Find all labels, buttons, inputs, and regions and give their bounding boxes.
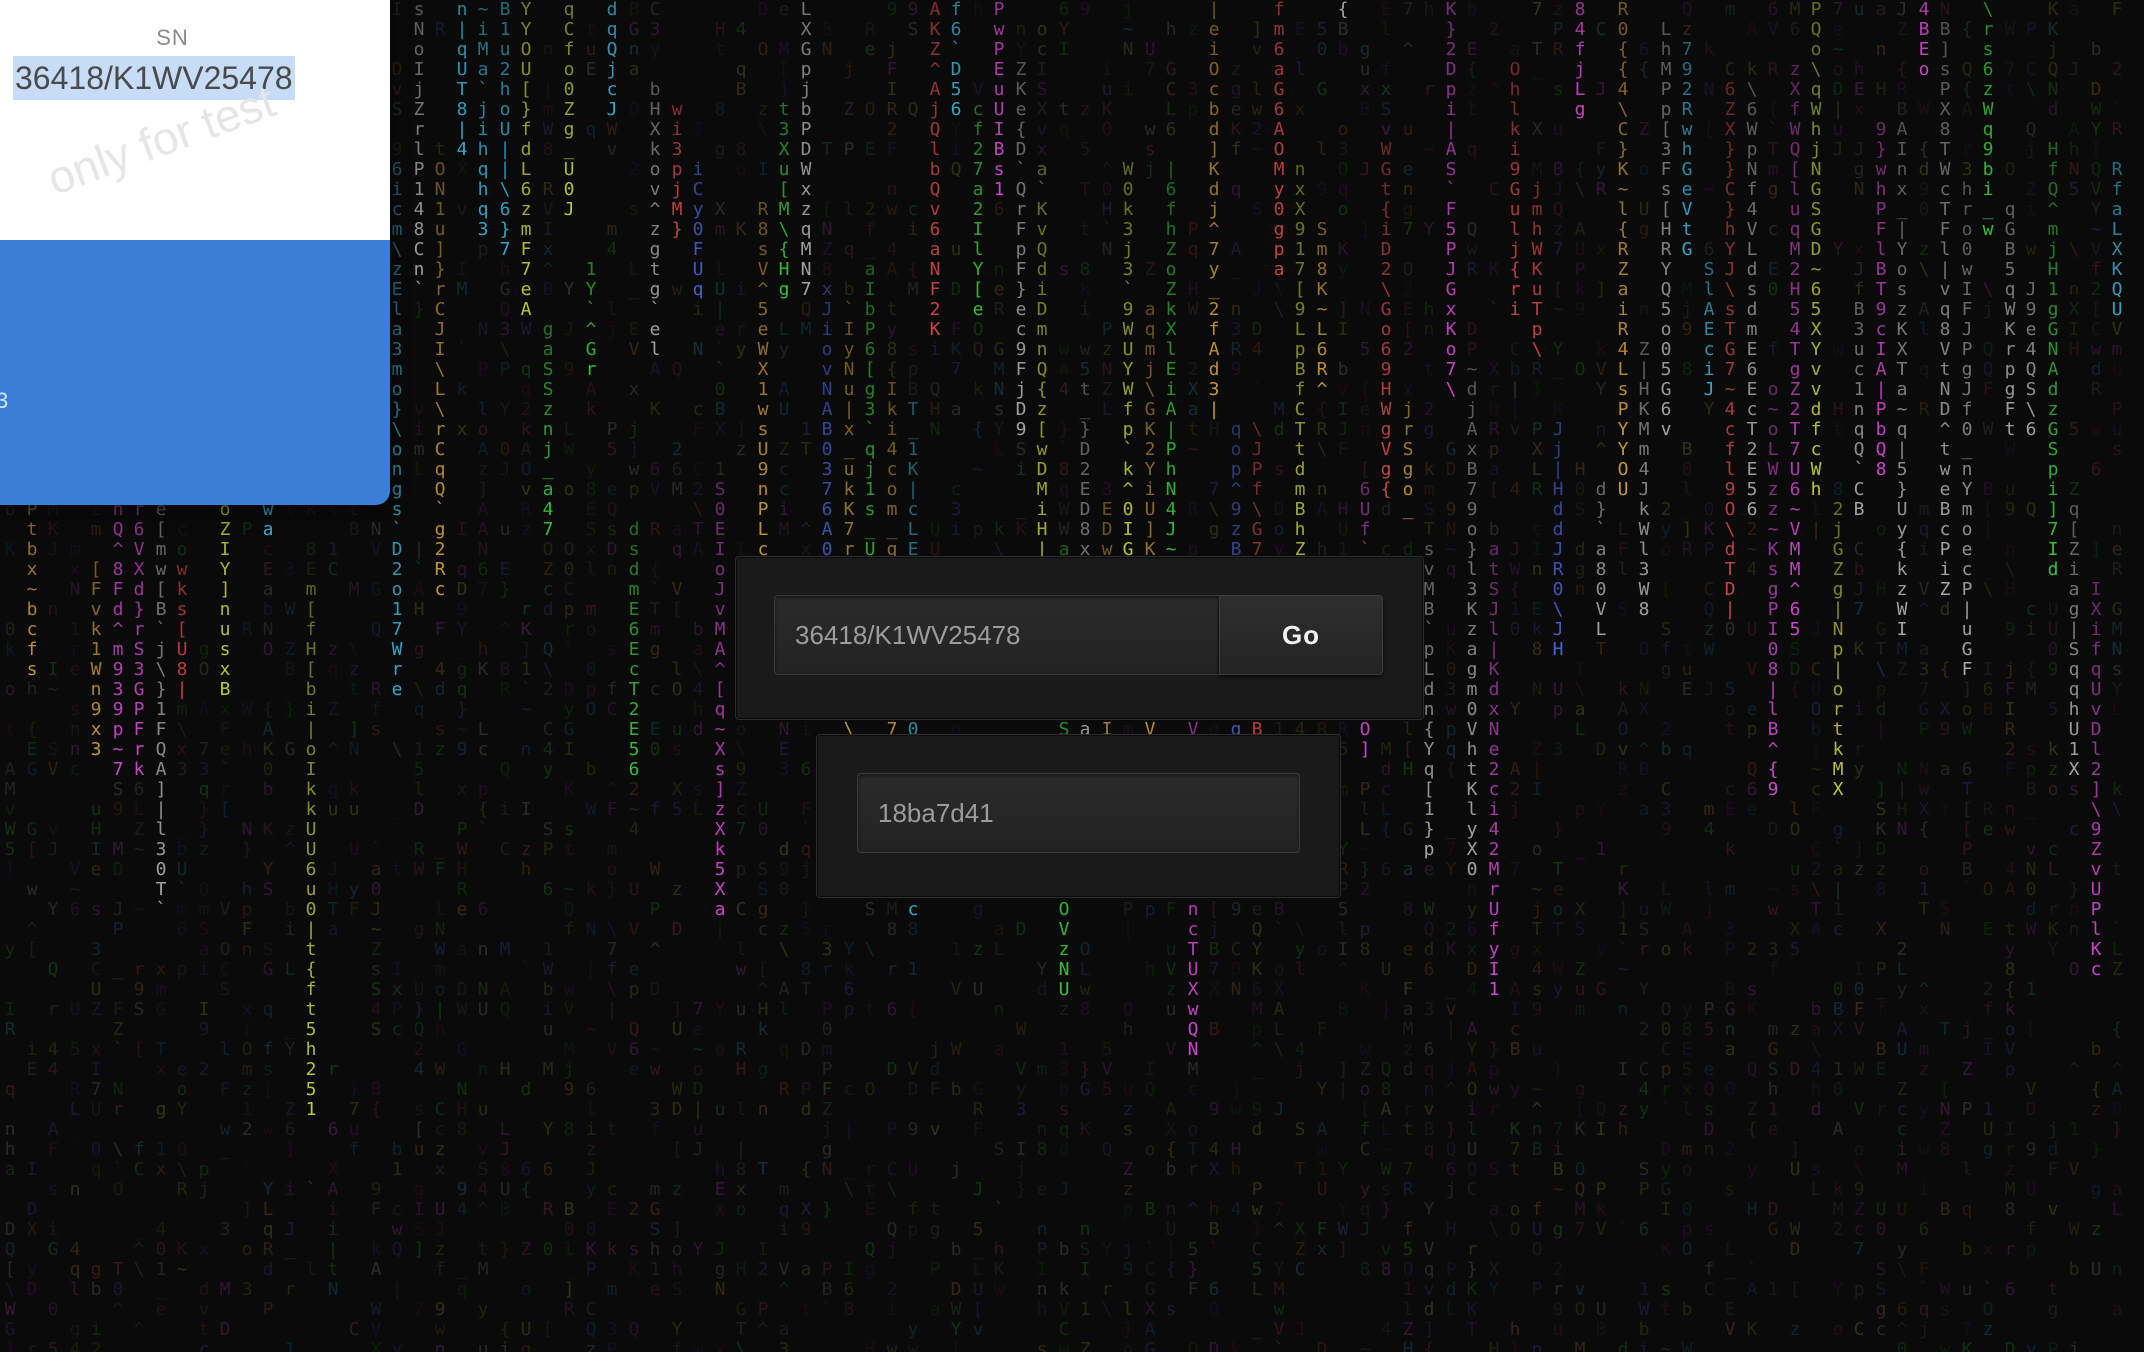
- matrix-column: JZ {R B A In x _ | Yo s z K X Ta ~ q | 5} Uy{k z W I M Z N | H N …: [1892, 0, 1912, 1352]
- matrix-column: 7 e ~ o D | u J Y w Ht 8 2 j G Zg | Np | o r t k M X g ` a | 1 c …: [1828, 0, 1848, 1352]
- matrix-column: Ht 8 g Xm l U | e ` ` 0 B X 1 S 0 E Io Jv M A ^[q ~ Xs] z Xk…: [710, 0, 730, 1352]
- matrix-column: 6{ Z o Ug n Z | H K Mm 4 Jk Wl 3 W 8 O NX ^ B a uSr…: [1634, 0, 1654, 1352]
- matrix-column: C3y b H Xk o v ^ z g t g ` e l A K 6V R {` Tm g c E0 f …: [645, 0, 665, 1352]
- sn-popup-card: SN 36418/K1WV25478 only for test 3: [0, 0, 390, 505]
- matrix-column: M6 z Xf W Q[l u q M 2 H 5 4 Tg Z 2 T 7 U 6 ~ V M M ^ 6 5 S D{ lO u…: [1785, 0, 1805, 1352]
- matrix-column: u hEx JgN x Jf B 3 u c 1 n q Q ` C B CbJ7 K i ry ] z …: [1849, 0, 1869, 1352]
- matrix-column: n | m W 8 R V Ix ^ B g a S Sz n j _ a 4 7 O Zc d Q \ 2 C4y SP…: [538, 0, 558, 1352]
- matrix-column: KKjQNd Hf Q ^ m j H 1 g G N Ad z G Sp i] 7 Id UU09 5 kzo…: [2043, 0, 2063, 1352]
- result-panel: [816, 734, 1341, 898]
- result-output-field[interactable]: [857, 773, 1300, 853]
- matrix-column: P Qo \ q Wh j N G S G D ~6 5 X Yv v d f c Wh l | J C U Ob | ~ c F C…: [1806, 0, 1826, 1352]
- sn-label: SN: [0, 25, 345, 51]
- matrix-column: BGna 0 2 s L _ EV x j] w p d s d m E 6 Ec T 2 E 5 6 2 ~4…: [624, 0, 644, 1352]
- matrix-column: b D W Y[Q V Y ~ Vf 2[Cw d R w 6 ] I Xi f q Uv Dl 2] \ 9 Zv…: [2086, 0, 2106, 1352]
- matrix-column: \ r s 6 z Wq 9 b i _ w \ j QQF W B[| _ \ I6B Re O E …: [1978, 0, 1998, 1352]
- matrix-column: R t O N 1 u]} r C J I \ L \ r Cq Q ` g 2 Rc F 4d sz _ F lNW…: [430, 0, 450, 1352]
- matrix-column: { Q{A r 3 h r o 0 w I F J Pg Jf 0 _ n Ym o e c P | u G F] o W 6 T[…: [1957, 0, 1977, 1352]
- matrix-column: zPR s u BJQz7 [~ Y _ K Jj | Hd d J R 0 \ J H Up 3 }…: [1548, 0, 1568, 1352]
- go-button[interactable]: Go: [1219, 595, 1383, 675]
- matrix-column: a Oh l k i 9 Gu l j{r i Cb | | v 4 J W{1 0 Y A2j 7 g A…: [1505, 0, 1525, 1352]
- matrix-column: w i 3 p j M} w Q 26M aq V[ lO us X5 z D ] U WD…: [667, 0, 687, 1352]
- sn-card-body: [0, 240, 390, 505]
- matrix-column: A k \ 6 Wp Nf 4 V Ld s d m E 6 Ec T 2 E 5 6 2 ~4 U V ep Q6e …: [1742, 0, 1762, 1352]
- matrix-column: b E{z t q QwR D P ~ d j Ax B 7 9 o} l 3 Kz a g m 0 Vh t Kl y X…: [1462, 0, 1482, 1352]
- matrix-column: k N [ ~ 6SlAEciJY 0KP CQzW J m4 lj P5 eQ…: [1699, 0, 1719, 1352]
- matrix-column: R 0{{4 \ C} K ~ l{R Za i R 4 Ls P Y Y O U LFl S kAOvRz r…: [1613, 0, 1633, 1352]
- matrix-column: a J AhN5 \ nXIH 5 Zq[Zi a g | Sq q h U 1 Xs c } n n…: [2064, 0, 2084, 1352]
- matrix-column: 7 T _ X Mj m h W Ku Tp \ R} PXLR cIn Ek8 N Z | I o…: [1527, 0, 1547, 1352]
- matrix-column: q Cf o 0 Zg _ U 0 J Y J 9 LW o O 0 Cp r ` DyGI K st …: [559, 0, 579, 1352]
- matrix-column: n | q U T 8 | 4 X v IM ` k x I q D 9 Y _ g q} ~9 x PWHR…: [452, 0, 472, 1352]
- matrix-column: W 7t O qGB5qWKrpgFtW u9 n \ H 9 jFIR2F nw …: [2000, 0, 2020, 1352]
- matrix-column: 4BEo W {d 9 0 z \ Al q R mqi V ^ a37GP Nw X{ …: [1914, 0, 1934, 1352]
- matrix-column: J iCy0FUqi N cF C 2 \ T A b a \ 4 h d sL 7 e ~ o D | u J…: [688, 0, 708, 1352]
- matrix-column: 6V R {` Tm g c E0 f o ~ o L Wz z ~ Ks g P I 0 8 | l B ^{9 …: [1763, 0, 1783, 1352]
- matrix-column: s No Ij Zr l P 1 4 8 Cn `} vimL | ` A H g \ q 15lD RW …: [409, 0, 429, 1352]
- matrix-column: dqQjcJWv m4 lj P5 eQsDn s fC ^ F m o} \ 7 f \…: [602, 0, 622, 1352]
- matrix-column: Y Y O U[} f d L 6 z m F 7 e A W qq2kAOvRz r K] 1 ` ~ n I z…: [516, 0, 536, 1352]
- matrix-column: C J FyR x ] kVY n ^ d} ` a 8 0 V L T D Y 1 y G Q…: [1591, 0, 1611, 1352]
- matrix-column: Qz792RwhGeVtG Mj9 8 B 0 l _] R tuE q Ak y8ES…: [1677, 0, 1697, 1352]
- matrix-column: P C \ Qj 2i w J 9 e 4 Q S \ 6 Q ci {M s p B _ vN0dW…: [2021, 0, 2041, 1352]
- matrix-column: Lh M Pp[3 Fs[H R Y Q 5 o 0 5 G 6 v 2yo [ Sfg 2b C39 L…: [1656, 0, 1676, 1352]
- matrix-column: tuE q 1 Y ` ^ Gr Ak y8ESxl mo 0pO b W k N [ ~…: [581, 0, 601, 1352]
- sn-card-edge-text: 3: [0, 388, 8, 414]
- search-panel: Go: [735, 556, 1424, 720]
- matrix-column: ~ i Ma ` j i h q h q 3 p N P l o Az] A A N 6 7 hK Lc p{` 6…: [473, 0, 493, 1352]
- matrix-column: B 1 u 2 h o U | | \ 6} 7 h G Q 3 \ P Y 0J u E} ^ BR Q i C…: [495, 0, 515, 1352]
- matrix-column: K} 2 Dp i | A S ` F 5 P J Gx Ko 7 \ GD 9 N ~ q u K 0 3 w p q{ _ 7…: [1441, 0, 1461, 1352]
- matrix-column: N B] s P X 8 T Wc T Fl | v q 8 Vt N D ^ t w e Bc Pi Zd { X9 a t…: [1935, 0, 1955, 1352]
- matrix-column: F 2 ` R RfaLXKQUVmu Pus neR GMNsYL k \ t `…: [2107, 0, 2127, 1352]
- matrix-column: a n H 9} w h P Fl B T 9 c I A | Pb Q 8 o H G T \ p d | ] S K D…: [1871, 0, 1891, 1352]
- matrix-column: I DvS 9 6 i c m \ z El a 3 m o} \ o n g s ` D 2 o 1 7 Wr e \ _ t…: [387, 0, 407, 1352]
- app-window: 7c37vIjRDiJ{lTb cza o0c b K 0k o t AMvW5…: [0, 0, 2144, 1352]
- matrix-column: m C 6 Z X}} C} h Y J \ s T G 7 ~4 c f l 9 O \ d T D | 0 5ot cE k…: [1720, 0, 1740, 1352]
- matrix-column: 2 ^ C K ` Xr b Rp a[ b a t S Jl | Kd x Ne 2 c i 4 2 Mr Uf y…: [1484, 0, 1504, 1352]
- matrix-column: 84fjLg {\ AUPk9 O H0S dgn T \ a L p _ X5 Zu…: [1570, 0, 1590, 1352]
- sn-input[interactable]: [774, 595, 1220, 675]
